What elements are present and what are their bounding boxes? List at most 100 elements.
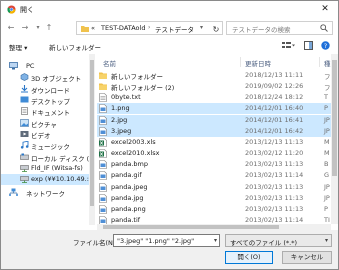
new-folder-button[interactable]: 新しいフォルダー <box>49 42 101 52</box>
music-icon <box>20 141 29 149</box>
folder-icon <box>99 72 107 79</box>
close-button[interactable]: ✕ <box>320 4 330 14</box>
file-kind: M <box>324 137 330 146</box>
sidebar-item-label: デスクトップ <box>31 98 70 106</box>
view-options-icon[interactable] <box>282 41 296 50</box>
open-button[interactable]: 開く(O) <box>225 251 273 264</box>
sidebar-item-videos[interactable]: ビデオ <box>1 129 89 140</box>
scrollbar-thumb[interactable] <box>332 60 337 176</box>
breadcrumb-item[interactable]: TEST-DATAold <box>101 24 145 32</box>
document-icon <box>21 107 28 115</box>
cancel-button[interactable]: キャンセル <box>282 251 332 264</box>
file-kind: フ <box>324 73 331 81</box>
sidebar-item-pc[interactable]: PC <box>1 61 89 72</box>
column-header-kind[interactable]: 種 <box>324 58 331 68</box>
column-divider[interactable] <box>240 57 241 67</box>
folder-icon <box>99 83 107 91</box>
file-row[interactable]: 新しいフォルダー 2018/12/13 11:11 フ <box>97 70 331 81</box>
sidebar-item-downloads[interactable]: ダウンロード <box>1 84 89 95</box>
up-arrow-icon[interactable]: ↑ <box>44 22 54 34</box>
file-date: 2013/02/13 11:13 <box>245 160 304 169</box>
file-date: 2013/02/13 11:13 <box>245 182 304 191</box>
column-divider[interactable] <box>319 57 320 67</box>
file-row[interactable]: panda.jpeg 2013/02/13 11:13 JP <box>97 182 331 193</box>
sidebar-item-network[interactable]: ネットワーク <box>1 187 89 198</box>
file-row[interactable]: 1.png 2014/12/01 16:40 P <box>97 103 331 115</box>
back-arrow-icon[interactable]: ← <box>6 22 16 34</box>
file-name: panda.jpeg <box>111 182 148 191</box>
chevron-down-icon[interactable]: ▾ <box>200 24 203 31</box>
breadcrumb-item[interactable]: テストデータ <box>155 24 194 34</box>
sidebar-scrollbar[interactable] <box>89 54 95 225</box>
chevron-right-icon[interactable]: › <box>148 24 150 31</box>
forward-arrow-icon[interactable]: → <box>20 22 30 34</box>
file-row[interactable]: 新しいフォルダー (2) 2019/09/02 12:26 フ <box>97 81 331 92</box>
folder-icon <box>81 26 89 32</box>
scrollbar-thumb[interactable] <box>103 225 279 229</box>
file-row[interactable]: excel2003.xls 2013/12/13 11:13 M <box>97 137 331 148</box>
sidebar-item-music[interactable]: ミュージック <box>1 140 89 151</box>
dialog-footer: ファイル名(N): "3.jpeg" "1.png" "2.jpg" ▾ すべて… <box>1 230 338 269</box>
column-header-name[interactable]: 名前 <box>103 58 116 68</box>
file-row[interactable]: 3.jpeg 2014/12/01 16:42 JP <box>97 125 331 137</box>
sidebar-item-label: ローカル ディスク (C <box>31 155 94 163</box>
file-name: excel2003.xls <box>111 137 156 146</box>
file-row[interactable]: panda.jpg 2013/02/13 11:13 JP <box>97 193 331 204</box>
filetype-value: すべてのファイル (*.*) <box>230 239 297 247</box>
sidebar-item-3d-objects[interactable]: 3D オブジェクト <box>1 72 89 83</box>
breadcrumb[interactable]: « TEST-DATAold › テストデータ ▾ ↻ <box>76 21 223 35</box>
refresh-icon[interactable]: ↻ <box>210 25 222 34</box>
file-row[interactable]: 0byte.txt 2018/12/24 18:12 T <box>97 92 331 103</box>
image-file-icon <box>99 193 107 203</box>
file-kind: JP <box>324 115 330 124</box>
desktop-icon <box>20 96 29 103</box>
sidebar-item-label: ダウンロード <box>31 87 70 95</box>
sidebar-item-label: 3D オブジェクト <box>31 75 82 83</box>
sidebar-item-documents[interactable]: ドキュメント <box>1 106 89 117</box>
file-name: panda.gif <box>111 171 142 180</box>
sidebar-item-pictures[interactable]: ピクチャ <box>1 118 89 129</box>
network-icon <box>9 188 18 196</box>
file-row[interactable]: panda.gif 2013/02/13 11:14 G <box>97 170 331 181</box>
file-name: 新しいフォルダー <box>111 73 163 81</box>
help-icon[interactable]: ? <box>321 41 330 50</box>
breadcrumb-overflow[interactable]: « <box>91 24 95 32</box>
preview-pane-icon[interactable] <box>304 41 313 50</box>
chrome-icon <box>7 5 16 14</box>
window-title: 開く <box>20 6 34 14</box>
sidebar-item-local-disk[interactable]: ローカル ディスク (C <box>1 152 94 163</box>
image-file-icon <box>99 204 107 214</box>
download-icon <box>21 85 28 93</box>
file-name: panda.png <box>111 204 146 213</box>
file-date: 2014/12/01 16:40 <box>245 104 304 113</box>
filename-label: ファイル名(N): <box>73 239 118 247</box>
filename-value: "3.jpeg" "1.png" "2.jpg" <box>117 237 195 245</box>
disk-icon <box>20 153 29 160</box>
sidebar-item-desktop[interactable]: デスクトップ <box>1 95 89 106</box>
filetype-select[interactable]: すべてのファイル (*.*) ▾ <box>225 234 332 247</box>
recent-locations-chevron-icon[interactable]: ▾ <box>33 22 43 34</box>
sidebar-item-label: ネットワーク <box>26 190 65 198</box>
filename-input[interactable]: "3.jpeg" "1.png" "2.jpg" ▾ <box>113 234 220 247</box>
file-row[interactable]: 2.jpg 2014/12/01 16:41 JP <box>97 114 331 126</box>
scrollbar-thumb[interactable] <box>90 60 94 206</box>
file-list: 名前 更新日時 種 新しいフォルダー 2018/12/13 11:11 フ新しいフォ… <box>97 54 331 225</box>
command-bar: 整理 ▾ 新しいフォルダー ? <box>1 38 338 54</box>
sidebar-item-exp[interactable]: exp (¥¥10.10.49.: <box>1 174 89 185</box>
excel-file-icon <box>99 149 107 158</box>
column-header-date[interactable]: 更新日時 <box>245 58 271 68</box>
file-name: excel2010.xlsx <box>111 149 160 158</box>
file-list-scrollbar[interactable] <box>331 54 338 224</box>
file-row[interactable]: panda.bmp 2013/02/13 11:13 B <box>97 159 331 170</box>
file-row[interactable]: excel2010.xlsx 2013/02/12 11:20 M <box>97 148 331 159</box>
file-row[interactable]: panda.png 2013/02/13 11:13 P <box>97 204 331 215</box>
search-input[interactable]: テストデータの検索 <box>226 21 333 35</box>
organize-button[interactable]: 整理 ▾ <box>9 42 27 52</box>
sidebar-item-fld-if[interactable]: Fld_IF (Witsa-fs) <box>1 163 89 174</box>
file-date: 2013/02/13 11:14 <box>245 171 304 180</box>
address-bar-row: ← → ▾ ↑ « TEST-DATAold › テストデータ ▾ ↻ テストデ… <box>1 18 338 38</box>
chevron-down-icon[interactable]: ▾ <box>214 237 217 244</box>
image-file-icon <box>99 126 107 136</box>
svg-text:?: ? <box>324 42 327 50</box>
network-drive-icon <box>20 176 29 183</box>
